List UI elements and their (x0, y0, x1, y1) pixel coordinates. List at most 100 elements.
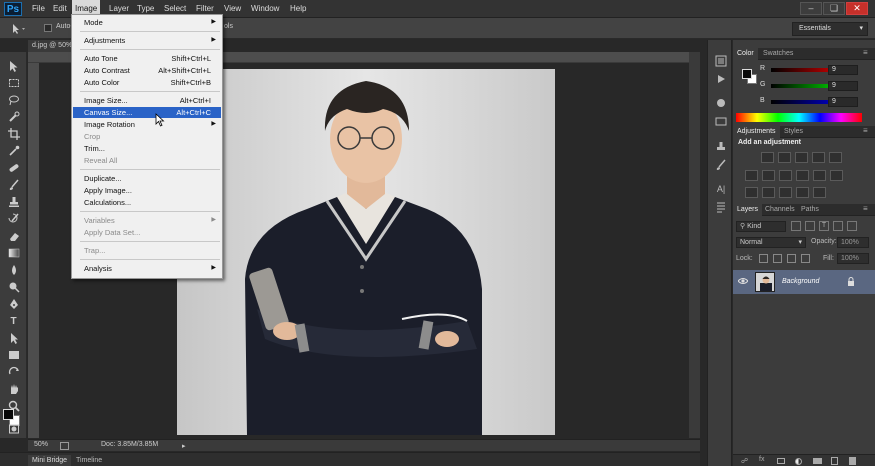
color-lookup-icon[interactable] (830, 170, 843, 181)
red-value-input[interactable]: 9 (828, 65, 858, 75)
layer-row[interactable]: Background (733, 270, 875, 294)
tab-layers[interactable]: Layers (733, 204, 763, 216)
panel-menu-icon[interactable]: ≡ (863, 204, 868, 213)
menu-item-analysis[interactable]: Analysis ▶ (73, 263, 221, 274)
quick-mask-icon[interactable] (5, 423, 22, 435)
zoom-level[interactable]: 50% (34, 441, 48, 448)
tab-swatches[interactable]: Swatches (759, 48, 797, 60)
shape-filter-icon[interactable] (833, 221, 843, 231)
move-tool-preset-icon[interactable] (10, 23, 28, 34)
path-selection-tool-icon[interactable] (5, 332, 22, 344)
tab-adjustments[interactable]: Adjustments (733, 126, 780, 138)
lock-all-icon[interactable] (801, 254, 810, 263)
adjustment-filter-icon[interactable] (805, 221, 815, 231)
history-brush-tool-icon[interactable] (5, 213, 22, 225)
3d-rotate-tool-icon[interactable] (5, 366, 22, 378)
menu-item-mode[interactable]: Mode ▶ (73, 17, 221, 28)
type-filter-icon[interactable]: T (819, 221, 829, 231)
restore-button[interactable]: ❏ (823, 2, 845, 15)
menu-item-auto-contrast[interactable]: Auto Contrast Alt+Shift+Ctrl+L (73, 65, 221, 76)
tab-channels[interactable]: Channels (761, 204, 799, 216)
gradient-tool-icon[interactable] (5, 247, 22, 259)
lock-position-icon[interactable] (787, 254, 796, 263)
tab-mini-bridge[interactable]: Mini Bridge (28, 455, 72, 466)
character-panel-icon[interactable]: A| (714, 182, 728, 195)
quick-selection-tool-icon[interactable] (5, 111, 22, 123)
eye-icon[interactable] (737, 277, 749, 285)
vertical-ruler[interactable] (28, 63, 39, 438)
menu-item-canvas-size[interactable]: Canvas Size... Alt+Ctrl+C (73, 107, 221, 118)
lock-pixels-icon[interactable] (773, 254, 782, 263)
lock-transparent-icon[interactable] (759, 254, 768, 263)
posterize-icon[interactable] (762, 187, 775, 198)
tool-presets-icon[interactable] (714, 114, 728, 127)
menu-item-duplicate[interactable]: Duplicate... (73, 173, 221, 184)
menu-view[interactable]: View (221, 0, 244, 18)
menu-item-apply-image[interactable]: Apply Image... (73, 185, 221, 196)
curves-icon[interactable] (795, 152, 808, 163)
new-adjustment-layer-icon[interactable] (795, 458, 802, 465)
threshold-icon[interactable] (779, 187, 792, 198)
trash-icon[interactable] (849, 457, 856, 465)
paragraph-panel-icon[interactable] (714, 200, 728, 213)
panel-menu-icon[interactable]: ≡ (863, 126, 868, 135)
minimize-button[interactable]: – (800, 2, 822, 15)
auto-select-checkbox[interactable] (44, 24, 52, 32)
brush-presets-icon[interactable] (714, 96, 728, 109)
layer-style-icon[interactable]: fx (759, 456, 764, 463)
blend-mode-dropdown[interactable]: Normal ▾ (736, 237, 806, 248)
color-foreground-chip[interactable] (742, 69, 752, 79)
tab-styles[interactable]: Styles (780, 126, 807, 138)
color-spectrum-bar[interactable] (736, 113, 862, 122)
history-icon[interactable] (714, 54, 728, 67)
panel-menu-icon[interactable]: ≡ (863, 48, 868, 57)
clone-stamp-tool-icon[interactable] (5, 196, 22, 208)
document-info-icon[interactable] (60, 442, 69, 450)
gradient-map-icon[interactable] (796, 187, 809, 198)
tab-timeline[interactable]: Timeline (72, 455, 106, 466)
new-group-icon[interactable] (813, 458, 822, 464)
opacity-input[interactable]: 100% (837, 237, 869, 248)
foreground-color-chip[interactable] (3, 409, 14, 420)
invert-icon[interactable] (745, 187, 758, 198)
tab-paths[interactable]: Paths (797, 204, 823, 216)
menu-item-trim[interactable]: Trim... (73, 143, 221, 154)
green-value-input[interactable]: 9 (828, 81, 858, 91)
menu-item-image-size[interactable]: Image Size... Alt+Ctrl+I (73, 95, 221, 106)
eyedropper-tool-icon[interactable] (5, 145, 22, 157)
layer-name[interactable]: Background (782, 278, 819, 285)
lasso-tool-icon[interactable] (5, 94, 22, 106)
brush-panel-icon[interactable] (714, 158, 728, 171)
black-white-icon[interactable] (779, 170, 792, 181)
close-button[interactable]: ✕ (846, 2, 868, 15)
menu-item-calculations[interactable]: Calculations... (73, 197, 221, 208)
clone-source-icon[interactable] (714, 140, 728, 153)
hue-saturation-icon[interactable] (745, 170, 758, 181)
link-layers-icon[interactable]: ☍ (741, 457, 748, 465)
layer-filter-dropdown[interactable]: ⚲ Kind (736, 221, 786, 232)
brush-tool-icon[interactable] (5, 179, 22, 191)
blue-value-input[interactable]: 9 (828, 97, 858, 107)
vibrance-icon[interactable] (829, 152, 842, 163)
fill-input[interactable]: 100% (837, 253, 869, 264)
pixel-filter-icon[interactable] (791, 221, 801, 231)
exposure-icon[interactable] (812, 152, 825, 163)
smart-object-filter-icon[interactable] (847, 221, 857, 231)
levels-icon[interactable] (778, 152, 791, 163)
new-layer-icon[interactable] (831, 457, 838, 465)
brightness-contrast-icon[interactable] (761, 152, 774, 163)
rectangle-tool-icon[interactable] (5, 349, 22, 361)
move-tool-icon[interactable] (5, 60, 22, 72)
menu-item-auto-color[interactable]: Auto Color Shift+Ctrl+B (73, 77, 221, 88)
eraser-tool-icon[interactable] (5, 230, 22, 242)
photo-filter-icon[interactable] (796, 170, 809, 181)
menu-item-auto-tone[interactable]: Auto Tone Shift+Ctrl+L (73, 53, 221, 64)
marquee-tool-icon[interactable] (5, 77, 22, 89)
color-balance-icon[interactable] (762, 170, 775, 181)
dodge-tool-icon[interactable] (5, 281, 22, 293)
tab-color[interactable]: Color (733, 48, 758, 60)
menu-window[interactable]: Window (248, 0, 282, 18)
pen-tool-icon[interactable] (5, 298, 22, 310)
blur-tool-icon[interactable] (5, 264, 22, 276)
add-mask-icon[interactable] (777, 458, 785, 464)
